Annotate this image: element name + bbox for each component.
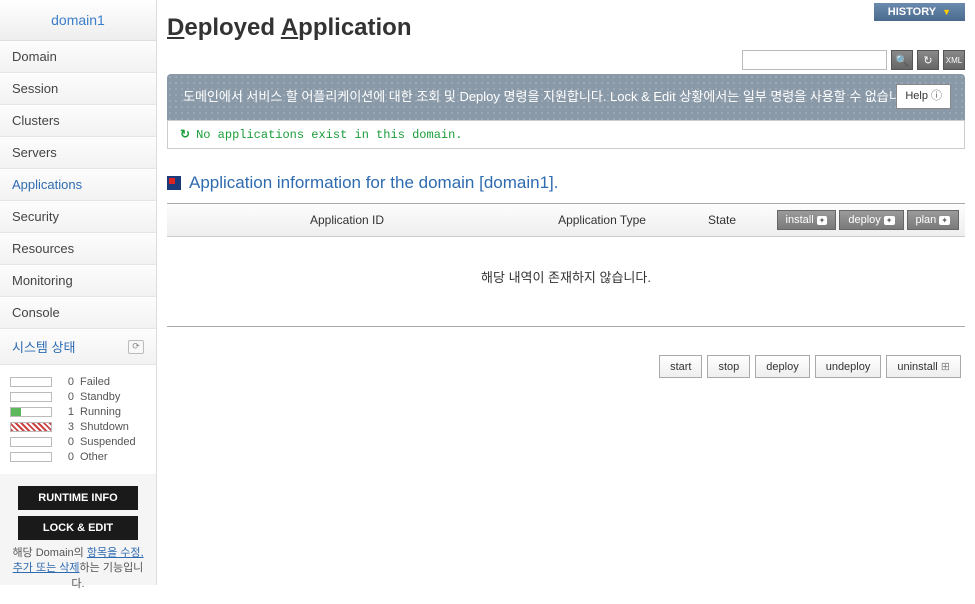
runtime-info-button[interactable]: RUNTIME INFO [18, 486, 138, 510]
col-state: State [677, 213, 767, 227]
nav-clusters[interactable]: Clusters [0, 105, 156, 137]
status-other: 0 Other [10, 451, 146, 463]
status-bar-running [10, 407, 52, 417]
bottom-actions: start stop deploy undeploy uninstall [167, 355, 965, 378]
search-input[interactable] [742, 50, 887, 70]
status-shutdown: 3 Shutdown [10, 421, 146, 433]
system-status-label: 시스템 상태 [12, 337, 75, 356]
xml-export-icon[interactable]: XML [943, 50, 965, 70]
banner-text: 도메인에서 서비스 할 어플리케이션에 대한 조회 및 Deploy 명령을 지… [183, 89, 916, 104]
col-application-id: Application ID [167, 213, 527, 227]
status-running: 1 Running [10, 406, 146, 418]
nav-resources[interactable]: Resources [0, 233, 156, 265]
status-bar-suspended [10, 437, 52, 447]
nav-session[interactable]: Session [0, 73, 156, 105]
plan-button[interactable]: plan✦ [907, 210, 960, 230]
status-bar-standby [10, 392, 52, 402]
search-icon[interactable]: 🔍 [891, 50, 913, 70]
nav-servers[interactable]: Servers [0, 137, 156, 169]
system-status-header: 시스템 상태 ⟳ [0, 329, 156, 365]
plus-icon: ✦ [939, 216, 950, 225]
nav-console[interactable]: Console [0, 297, 156, 329]
status-failed: 0 Failed [10, 376, 146, 388]
uninstall-button[interactable]: uninstall [886, 355, 961, 378]
status-suspended: 0 Suspended [10, 436, 146, 448]
status-bar-failed [10, 377, 52, 387]
info-banner: 도메인에서 서비스 할 어플리케이션에 대한 조회 및 Deploy 명령을 지… [167, 74, 965, 120]
deploy-bottom-button[interactable]: deploy [755, 355, 809, 378]
col-application-type: Application Type [527, 213, 677, 227]
status-standby: 0 Standby [10, 391, 146, 403]
empty-state: 해당 내역이 존재하지 않습니다. [167, 237, 965, 326]
status-reload-icon: ↻ [180, 127, 190, 142]
help-button[interactable]: Help [896, 84, 951, 109]
page-title: Deployed Application [167, 0, 965, 50]
section-title: Application information for the domain [… [167, 173, 965, 193]
col-actions: install✦ deploy✦ plan✦ [767, 210, 965, 230]
history-button[interactable]: HISTORY ▼ [874, 3, 965, 21]
status-list: 0 Failed 0 Standby 1 Running 3 Shutdown … [0, 365, 156, 474]
status-message: ↻ No applications exist in this domain. [167, 120, 965, 149]
plus-icon: ✦ [817, 216, 828, 225]
nav-applications[interactable]: Applications [0, 169, 156, 201]
applications-table: Application ID Application Type State in… [167, 203, 965, 327]
deploy-button[interactable]: deploy✦ [839, 210, 903, 230]
stop-button[interactable]: stop [707, 355, 750, 378]
sidebar: domain1 Domain Session Clusters Servers … [0, 0, 157, 585]
refresh-icon[interactable]: ⟳ [128, 340, 144, 354]
install-button[interactable]: install✦ [777, 210, 837, 230]
toolbar: 🔍 ↻ XML [167, 50, 965, 70]
nav-monitoring[interactable]: Monitoring [0, 265, 156, 297]
main: HISTORY ▼ Deployed Application 🔍 ↻ XML 도… [157, 0, 975, 585]
sidebar-description: 해당 Domain의 항목을 수정, 추가 또는 삭제하는 기능입니다. [12, 546, 144, 592]
chevron-down-icon: ▼ [942, 7, 951, 17]
nav-security[interactable]: Security [0, 201, 156, 233]
plus-icon: ✦ [884, 216, 895, 225]
section-icon [167, 176, 181, 190]
status-bar-shutdown [10, 422, 52, 432]
refresh-toolbar-icon[interactable]: ↻ [917, 50, 939, 70]
domain-header[interactable]: domain1 [0, 0, 156, 41]
status-bar-other [10, 452, 52, 462]
start-button[interactable]: start [659, 355, 702, 378]
table-header: Application ID Application Type State in… [167, 204, 965, 237]
nav-domain[interactable]: Domain [0, 41, 156, 73]
lock-edit-button[interactable]: LOCK & EDIT [18, 516, 138, 540]
undeploy-button[interactable]: undeploy [815, 355, 882, 378]
